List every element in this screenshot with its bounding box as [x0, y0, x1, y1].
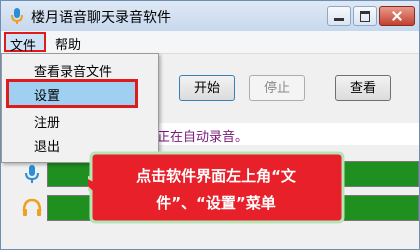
status-text: 正在自动录音。 — [157, 130, 249, 145]
stop-button[interactable]: 停止 — [249, 75, 305, 101]
headphones-icon — [22, 198, 42, 216]
menu-help[interactable]: 帮助 — [55, 34, 81, 53]
close-button[interactable] — [379, 6, 415, 26]
instruction-callout: 点击软件界面左上角“文 件”、“设置”菜单 — [88, 151, 345, 224]
menu-file-label: 文件 — [10, 39, 37, 54]
file-menu-dropdown: 查看录音文件 设置 注册 退出 — [1, 53, 159, 163]
menu-item-label: 退出 — [34, 140, 61, 155]
maximize-button[interactable] — [353, 6, 377, 26]
start-button[interactable]: 开始 — [179, 75, 235, 101]
microphone-icon — [25, 165, 39, 183]
callout-line-2: 件”、“设置”菜单 — [156, 194, 276, 212]
menu-item-settings[interactable]: 设置 — [2, 82, 158, 104]
view-button[interactable]: 查看 — [335, 75, 391, 101]
callout-line-1: 点击软件界面左上角“文 — [136, 167, 297, 185]
title-bar: 楼月语音聊天录音软件 — [1, 1, 419, 31]
microphone-app-icon — [11, 8, 23, 24]
menu-item-register[interactable]: 注册 — [2, 109, 158, 131]
menu-bar: 文件 帮助 — [1, 31, 419, 54]
app-window: 楼月语音聊天录音软件 文件 帮助 开始 停止 查看 正在自动录音。 查看录音文件… — [0, 0, 420, 250]
menu-item-label: 设置 — [34, 89, 61, 104]
menu-item-label: 查看录音文件 — [34, 65, 113, 80]
menu-file[interactable]: 文件 — [4, 32, 46, 54]
window-title: 楼月语音聊天录音软件 — [31, 10, 171, 26]
menu-item-view-recordings[interactable]: 查看录音文件 — [2, 58, 158, 80]
minimize-button[interactable] — [327, 6, 351, 26]
menu-item-label: 注册 — [34, 116, 61, 131]
